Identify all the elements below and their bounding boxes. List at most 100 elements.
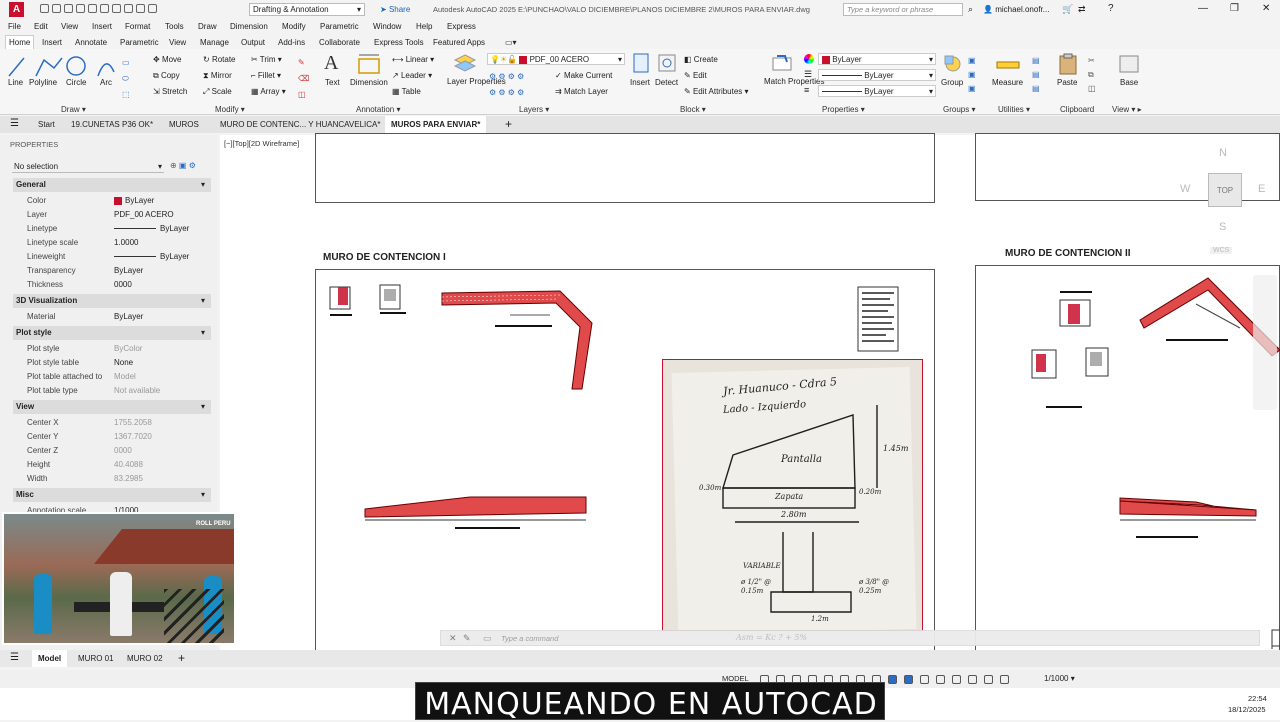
property-row[interactable]: Plot table attached to Model — [13, 370, 211, 384]
ribbon-tab-add-ins[interactable]: Add-ins — [278, 38, 305, 47]
print-icon[interactable] — [112, 4, 121, 14]
ribbon-tab-home[interactable]: Home — [5, 35, 35, 49]
layout-tab-1[interactable]: MURO 01 — [78, 654, 114, 663]
collapse-icon[interactable]: ▾ — [201, 296, 205, 305]
property-row[interactable]: Linetype scale 1.0000 — [13, 236, 211, 250]
property-row[interactable]: Linetype ByLayer — [13, 222, 211, 236]
collapse-icon[interactable]: ▾ — [201, 180, 205, 189]
insert-block-icon[interactable] — [630, 52, 652, 76]
units-toggle-icon[interactable] — [936, 675, 945, 684]
share-button[interactable]: ➤ Share — [380, 5, 410, 14]
command-line[interactable]: ✕ ✎ ▭ Type a command Asm = Kc ? + 5% — [440, 630, 1260, 646]
wcs-menu[interactable]: WCS — [1210, 247, 1233, 254]
insert-button[interactable]: Insert — [630, 78, 650, 87]
ribbon-overflow-icon[interactable]: ▭▾ — [505, 38, 517, 47]
rotate-button[interactable]: ↻ Rotate — [203, 55, 236, 64]
groups-panel-title[interactable]: Groups ▾ — [943, 105, 975, 114]
lineweight-dropdown[interactable]: ByLayer ▾ — [818, 85, 936, 97]
section-vis3d[interactable]: 3D Visualization ▾ — [13, 294, 211, 308]
help-icon[interactable]: ? — [1108, 3, 1114, 14]
group-tool-icons[interactable]: ▣ ▣ ▣ — [968, 54, 980, 96]
customize-toggle-icon[interactable] — [1000, 675, 1009, 684]
ribbon-tab-featured-apps[interactable]: Featured Apps — [433, 38, 485, 47]
file-tab-2[interactable]: MUROS — [169, 120, 199, 129]
utility-tool-icons[interactable]: ▤ ▤ ▤ — [1032, 54, 1044, 96]
menu-help[interactable]: Help — [416, 22, 432, 31]
properties-panel-title[interactable]: Properties ▾ — [822, 105, 865, 114]
isolate-toggle-icon[interactable] — [952, 675, 961, 684]
file-tab-1[interactable]: 19.CUNETAS P36 OK* — [71, 120, 153, 129]
property-row[interactable]: Plot style ByColor — [13, 342, 211, 356]
search-icon[interactable]: ⌕ — [968, 4, 973, 15]
utilities-panel-title[interactable]: Utilities ▾ — [998, 105, 1030, 114]
menu-insert[interactable]: Insert — [92, 22, 112, 31]
exchange-icon[interactable]: ⇄ — [1078, 4, 1086, 15]
workspace-dropdown[interactable]: Drafting & Annotation ▾ — [249, 3, 365, 16]
linetype-dropdown[interactable]: ByLayer ▾ — [818, 69, 936, 81]
viewcube[interactable]: N W TOP E S WCS — [1180, 143, 1270, 263]
save-icon[interactable] — [64, 4, 73, 14]
copy-button[interactable]: ⧉ Copy — [153, 71, 180, 81]
circle-button[interactable]: Circle — [66, 78, 86, 87]
menu-modify[interactable]: Modify — [282, 22, 306, 31]
detect-icon[interactable] — [656, 52, 678, 76]
property-row[interactable]: Color ByLayer — [13, 194, 211, 208]
user-account[interactable]: 👤 michael.onofr... — [983, 5, 1049, 14]
color-wheel-icon[interactable] — [804, 54, 814, 64]
property-row[interactable]: Transparency ByLayer — [13, 264, 211, 278]
menu-view[interactable]: View — [61, 22, 78, 31]
dimension-button[interactable]: Dimension — [350, 78, 388, 87]
menu-file[interactable]: File — [8, 22, 21, 31]
line-button[interactable]: Line — [8, 78, 23, 87]
viewport-label[interactable]: [−][Top][2D Wireframe] — [224, 139, 299, 148]
ribbon-tab-annotate[interactable]: Annotate — [75, 38, 107, 47]
section-view[interactable]: View ▾ — [13, 400, 211, 414]
color-dropdown[interactable]: ByLayer ▾ — [818, 53, 936, 65]
collapse-icon[interactable]: ▾ — [201, 402, 205, 411]
group-button[interactable]: Group — [941, 78, 963, 87]
clipboard-panel-title[interactable]: Clipboard — [1060, 105, 1094, 114]
menu-tools[interactable]: Tools — [165, 22, 184, 31]
text-button[interactable]: Text — [325, 78, 340, 87]
workspace-toggle-icon[interactable] — [920, 675, 929, 684]
property-row[interactable]: Plot table type Not available — [13, 384, 211, 398]
saveas-icon[interactable] — [76, 4, 85, 14]
quick-access-toolbar[interactable] — [40, 4, 240, 14]
viewcube-south[interactable]: S — [1219, 221, 1226, 233]
viewcube-east[interactable]: E — [1258, 183, 1265, 195]
clipboard-tool-icons[interactable]: ✂ ⧉ ◫ — [1088, 54, 1100, 96]
linetype-icon[interactable]: ☰ — [804, 69, 812, 80]
match-layer-button[interactable]: ⇉ Match Layer — [555, 87, 608, 96]
web-icon[interactable] — [88, 4, 97, 14]
ribbon-tab-view[interactable]: View — [169, 38, 186, 47]
match-properties-button[interactable]: Match Properties — [764, 77, 824, 86]
property-row[interactable]: Material ByLayer — [13, 310, 211, 324]
detect-button[interactable]: Detect — [655, 78, 678, 87]
section-misc[interactable]: Misc ▾ — [13, 488, 211, 502]
search-input[interactable]: Type a keyword or phrase — [843, 3, 963, 16]
layout-menu-icon[interactable]: ☰ — [10, 652, 19, 663]
menu-parametric[interactable]: Parametric — [320, 22, 359, 31]
base-button[interactable]: Base — [1120, 78, 1138, 87]
ribbon-tab-express-tools[interactable]: Express Tools — [374, 38, 424, 47]
property-row[interactable]: Thickness 0000 — [13, 278, 211, 292]
command-prompt-icon[interactable]: ▭ — [483, 633, 492, 644]
fillet-button[interactable]: ⌐ Fillet ▾ — [251, 71, 281, 80]
block-panel-title[interactable]: Block ▾ — [680, 105, 706, 114]
close-button[interactable]: ✕ — [1262, 3, 1270, 14]
property-row[interactable]: Center Z 0000 — [13, 444, 211, 458]
arc-button[interactable]: Arc — [100, 78, 112, 87]
property-row[interactable]: Lineweight ByLayer — [13, 250, 211, 264]
command-input[interactable]: Type a command — [501, 634, 558, 643]
edit-attributes-button[interactable]: ✎ Edit Attributes ▾ — [684, 87, 749, 96]
file-tab-0[interactable]: Start — [38, 120, 55, 129]
ribbon-tab-manage[interactable]: Manage — [200, 38, 229, 47]
leader-button[interactable]: ↗ Leader ▾ — [392, 71, 432, 80]
property-row[interactable]: Width 83.2985 — [13, 472, 211, 486]
open-icon[interactable] — [52, 4, 61, 14]
quick-select-icons[interactable]: ⊕ ▣ ⚙ — [170, 161, 196, 170]
menu-window[interactable]: Window — [373, 22, 401, 31]
layout-tab-2[interactable]: MURO 02 — [127, 654, 163, 663]
redo-icon[interactable] — [136, 4, 145, 14]
new-layout-button[interactable]: + — [178, 651, 185, 665]
